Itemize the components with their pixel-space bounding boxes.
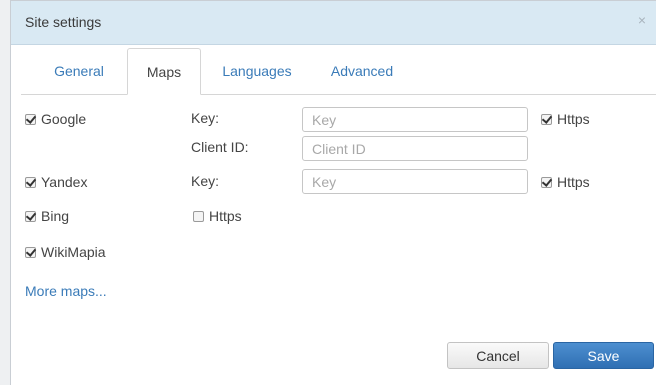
dialog-titlebar: Site settings × [11, 1, 656, 45]
tab-general[interactable]: General [31, 48, 127, 94]
tab-advanced[interactable]: Advanced [319, 48, 405, 94]
wikimapia-label: WikiMapia [41, 244, 106, 260]
bing-label: Bing [41, 208, 70, 224]
google-https-checkbox[interactable]: Https [541, 111, 590, 127]
yandex-checkbox-box[interactable] [25, 176, 36, 188]
wikimapia-checkbox[interactable]: WikiMapia [25, 244, 106, 260]
dialog-title: Site settings [25, 14, 102, 30]
google-client-id-input[interactable] [302, 136, 528, 161]
tab-maps[interactable]: Maps [127, 48, 201, 95]
bing-checkbox-box[interactable] [25, 210, 36, 222]
google-checkbox[interactable]: Google [25, 111, 86, 127]
google-https-checkbox-box[interactable] [541, 113, 552, 125]
google-key-label: Key: [191, 110, 220, 126]
bing-https-label: Https [209, 208, 242, 224]
google-key-input[interactable] [302, 107, 528, 132]
bing-https-checkbox-box[interactable] [193, 210, 204, 222]
google-label: Google [41, 111, 87, 127]
tab-languages[interactable]: Languages [205, 48, 309, 94]
google-client-id-label: Client ID: [191, 139, 249, 155]
google-checkbox-box[interactable] [25, 113, 36, 125]
yandex-key-input[interactable] [302, 169, 528, 194]
yandex-label: Yandex [41, 174, 88, 190]
site-settings-dialog: Site settings × General Maps Languages A… [10, 0, 656, 385]
tab-bar: General Maps Languages Advanced [21, 48, 656, 95]
bing-checkbox[interactable]: Bing [25, 208, 69, 224]
save-button[interactable]: Save [553, 342, 654, 369]
yandex-checkbox[interactable]: Yandex [25, 174, 87, 190]
yandex-https-checkbox-box[interactable] [541, 176, 552, 188]
cancel-button[interactable]: Cancel [447, 342, 549, 369]
yandex-https-label: Https [557, 174, 590, 190]
bing-https-checkbox[interactable]: Https [193, 208, 242, 224]
close-icon[interactable]: × [638, 12, 646, 28]
more-maps-link[interactable]: More maps... [25, 283, 107, 299]
google-https-label: Https [557, 111, 590, 127]
yandex-https-checkbox[interactable]: Https [541, 174, 590, 190]
yandex-key-label: Key: [191, 173, 220, 189]
wikimapia-checkbox-box[interactable] [25, 246, 36, 258]
